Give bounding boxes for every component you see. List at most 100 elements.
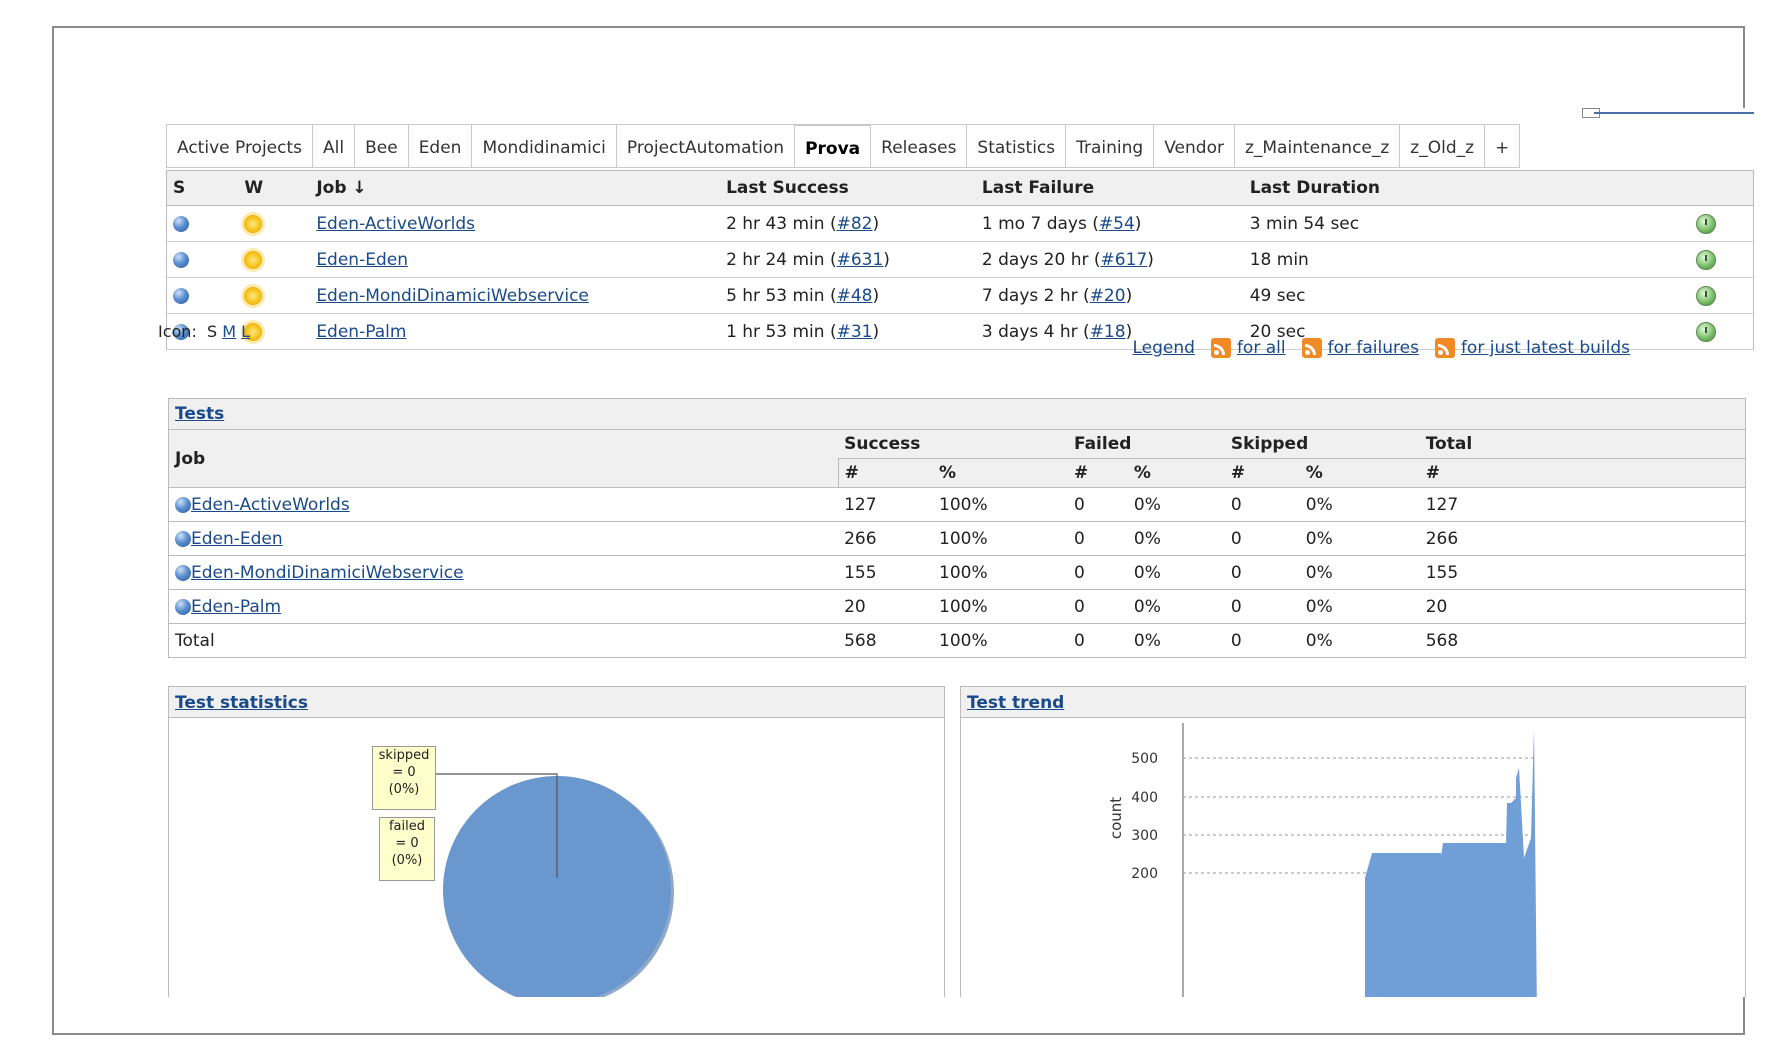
tab-add[interactable]: +: [1484, 124, 1521, 168]
col-last-success[interactable]: Last Success: [720, 170, 976, 206]
job-link[interactable]: Eden-Eden: [316, 250, 408, 270]
tab-z-old-z[interactable]: z_Old_z: [1399, 124, 1485, 168]
total-label: Total: [168, 623, 839, 658]
build-link[interactable]: #48: [837, 286, 873, 306]
cell-total: 20: [1419, 589, 1746, 624]
last-success-text: 2 hr 43 min: [726, 213, 825, 234]
cell-failed-pct: 0%: [1127, 623, 1225, 658]
build-link[interactable]: #631: [837, 250, 884, 270]
callout-pct: (0%): [391, 853, 423, 868]
schedule-build-icon[interactable]: [1695, 249, 1716, 270]
test-trend-link[interactable]: Test trend: [967, 693, 1064, 713]
schedule-build-icon[interactable]: [1695, 213, 1716, 234]
col-status[interactable]: S: [166, 170, 239, 206]
status-blue-ball-icon: [173, 287, 189, 304]
build-link[interactable]: #82: [837, 214, 873, 234]
test-job-link[interactable]: Eden-ActiveWorlds: [191, 495, 350, 515]
legend-link[interactable]: Legend: [1132, 338, 1194, 358]
table-row: Eden-ActiveWorlds 127 100% 0 0% 0 0% 127: [168, 487, 1746, 522]
tab-active-projects[interactable]: Active Projects: [166, 124, 313, 168]
top-right-rule: [1594, 112, 1754, 114]
col-skipped: Skipped: [1224, 429, 1420, 459]
build-link[interactable]: #31: [837, 322, 873, 342]
tab-prova[interactable]: Prova: [794, 124, 871, 168]
build-link[interactable]: #18: [1090, 322, 1126, 342]
jobs-header-row: S W Job ↓ Last Success Last Failure Last…: [166, 170, 1754, 206]
cell-success-count: 155: [838, 555, 934, 590]
job-link[interactable]: Eden-MondiDinamiciWebservice: [316, 286, 589, 306]
skipped-callout: skipped = 0 (0%): [372, 746, 436, 810]
tab-bee[interactable]: Bee: [354, 124, 408, 168]
cell-success-count: 568: [838, 623, 934, 658]
tab-eden[interactable]: Eden: [407, 124, 472, 168]
cell-failed-count: 0: [1067, 487, 1128, 522]
tab-mondidinamici[interactable]: Mondidinamici: [471, 124, 616, 168]
failed-callout: failed = 0 (0%): [379, 817, 435, 881]
table-row: Eden-Eden 266 100% 0 0% 0 0% 266: [168, 521, 1746, 556]
cell-skipped-pct: 0%: [1299, 487, 1420, 522]
tests-title-link[interactable]: Tests: [175, 404, 224, 424]
status-blue-ball-icon: [175, 564, 191, 581]
rss-failures-link[interactable]: for failures: [1328, 338, 1419, 358]
col-test-job: Job: [168, 429, 839, 488]
col-last-failure[interactable]: Last Failure: [975, 170, 1244, 206]
test-job-link[interactable]: Eden-Eden: [191, 529, 283, 549]
table-row: Eden-Eden 2 hr 24 min (#631) 2 days 20 h…: [166, 241, 1754, 278]
rss-all[interactable]: for all: [1210, 338, 1286, 358]
test-job-link[interactable]: Eden-MondiDinamiciWebservice: [191, 563, 464, 583]
tab-releases[interactable]: Releases: [870, 124, 967, 168]
job-link[interactable]: Eden-Palm: [316, 322, 406, 342]
test-statistics-header: Test statistics: [169, 687, 944, 718]
status-blue-ball-icon: [175, 530, 191, 547]
total-row: Total 568 100% 0 0% 0 0% 568: [168, 623, 1746, 658]
build-link[interactable]: #617: [1101, 250, 1148, 270]
build-link[interactable]: #20: [1090, 286, 1126, 306]
cell-failed-pct: 0%: [1127, 521, 1225, 556]
cell-success-pct: 100%: [933, 521, 1068, 556]
rss-failures[interactable]: for failures: [1301, 338, 1419, 358]
cell-success-pct: 100%: [933, 589, 1068, 624]
tab-all[interactable]: All: [312, 124, 355, 168]
view-tabs: Active Projects All Bee Eden Mondidinami…: [166, 124, 1521, 168]
cell-skipped-count: 0: [1224, 521, 1300, 556]
rss-latest[interactable]: for just latest builds: [1434, 338, 1630, 358]
last-failure-text: 7 days 2 hr: [981, 285, 1078, 306]
cell-failed-count: 0: [1067, 589, 1128, 624]
jobs-table: S W Job ↓ Last Success Last Failure Last…: [166, 170, 1754, 350]
col-job[interactable]: Job ↓: [310, 170, 721, 206]
rss-all-link[interactable]: for all: [1237, 338, 1286, 358]
test-job-link[interactable]: Eden-Palm: [191, 597, 281, 617]
cell-skipped-pct: 0%: [1299, 555, 1420, 590]
subcol-pct: %: [933, 458, 1068, 488]
job-link[interactable]: Eden-ActiveWorlds: [316, 214, 475, 234]
cell-failed-pct: 0%: [1127, 589, 1225, 624]
tab-statistics[interactable]: Statistics: [966, 124, 1066, 168]
tab-z-maintenance-z[interactable]: z_Maintenance_z: [1233, 124, 1400, 168]
col-last-duration[interactable]: Last Duration: [1243, 170, 1476, 206]
cell-skipped-count: 0: [1224, 589, 1300, 624]
status-blue-ball-icon: [173, 215, 189, 232]
cell-failed-count: 0: [1067, 555, 1128, 590]
schedule-build-icon[interactable]: [1695, 285, 1716, 306]
status-blue-ball-icon: [175, 496, 191, 513]
rss-latest-link[interactable]: for just latest builds: [1461, 338, 1630, 358]
subcol-count: #: [837, 458, 934, 488]
build-link[interactable]: #54: [1099, 214, 1135, 234]
subcol-pct: %: [1127, 458, 1225, 488]
col-actions: [1475, 170, 1754, 206]
schedule-build-icon[interactable]: [1695, 321, 1716, 342]
icon-size-label: Icon:: [158, 322, 197, 341]
cell-success-pct: 100%: [933, 555, 1068, 590]
cell-skipped-pct: 0%: [1299, 521, 1420, 556]
dashboard-content: Active Projects All Bee Eden Mondidinami…: [154, 108, 1754, 997]
col-weather[interactable]: W: [238, 170, 311, 206]
test-statistics-link[interactable]: Test statistics: [175, 693, 308, 713]
tab-projectautomation[interactable]: ProjectAutomation: [615, 124, 795, 168]
icon-size-m[interactable]: M: [222, 322, 236, 341]
cell-failed-pct: 0%: [1127, 487, 1225, 522]
tab-vendor[interactable]: Vendor: [1153, 124, 1234, 168]
tab-training[interactable]: Training: [1065, 124, 1154, 168]
icon-size-l[interactable]: L: [241, 322, 250, 341]
subcol-count: #: [1419, 458, 1746, 488]
rss-icon: [1434, 338, 1455, 358]
